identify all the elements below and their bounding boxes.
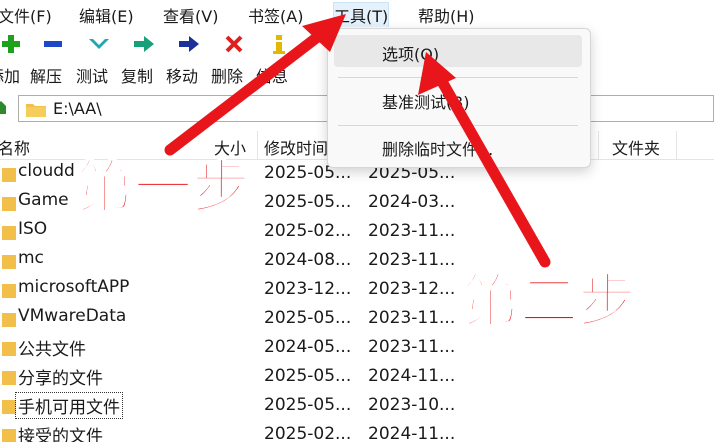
arrow-step1 bbox=[164, 14, 346, 156]
annotation-step1: 第一步 bbox=[75, 152, 251, 222]
arrow-step2 bbox=[418, 52, 551, 268]
annotation-step2: 第二步 bbox=[461, 266, 637, 336]
